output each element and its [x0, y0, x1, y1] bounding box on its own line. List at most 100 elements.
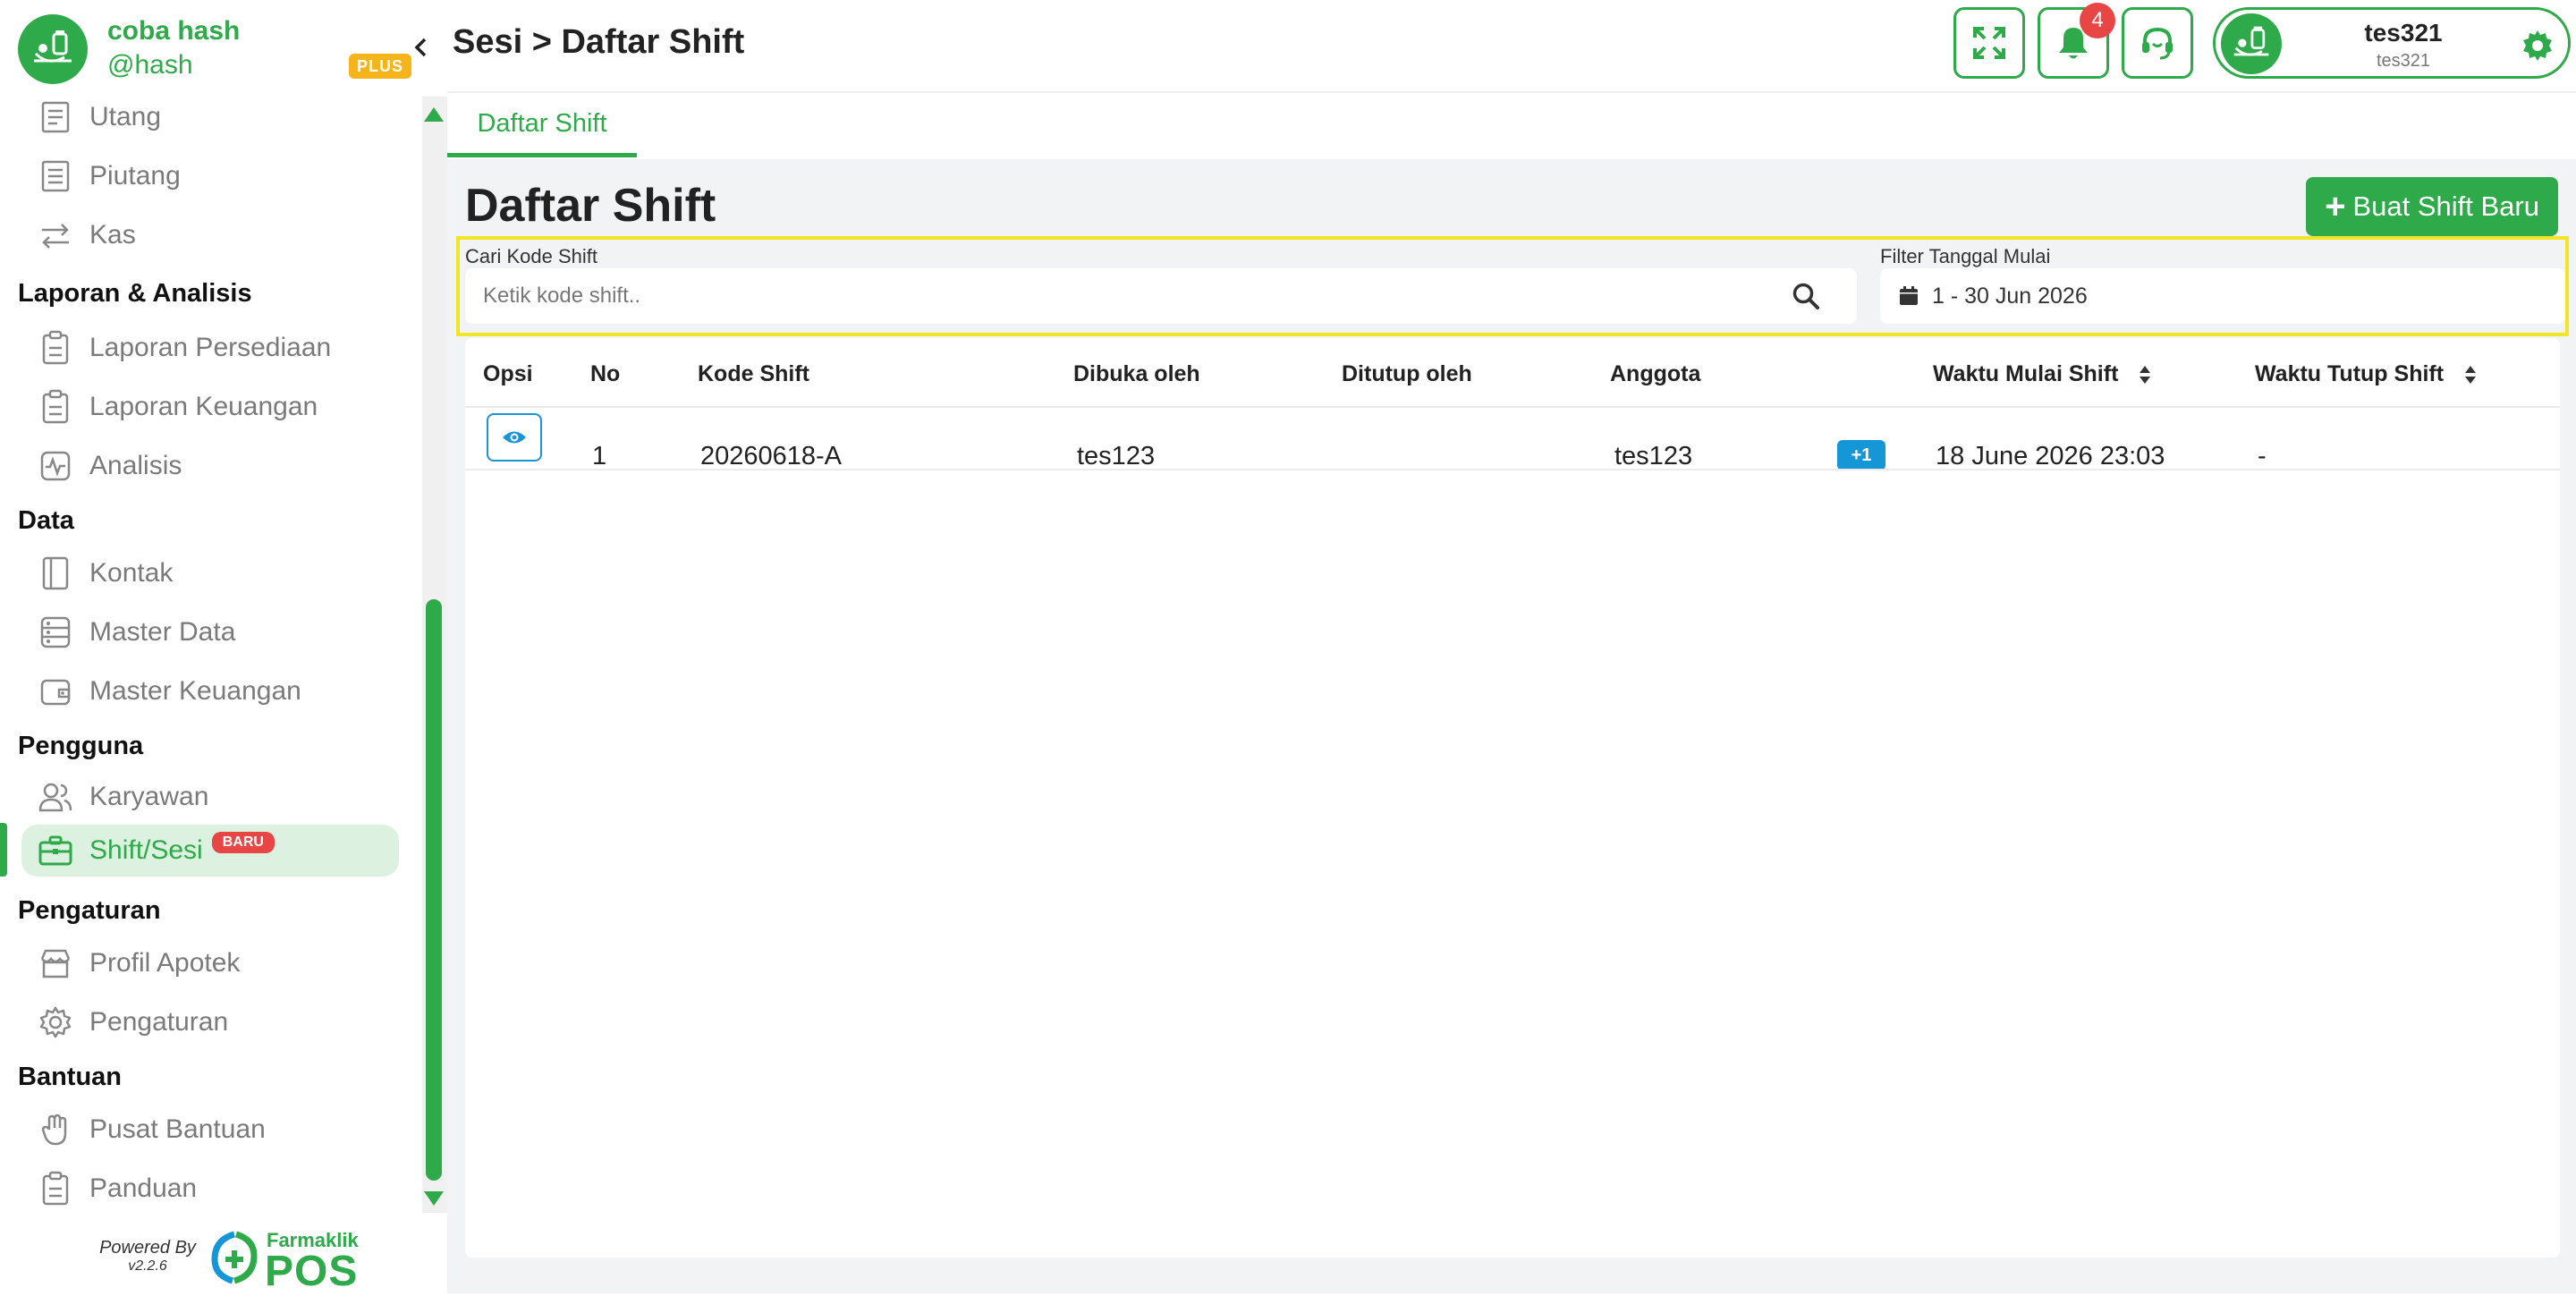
- sidebar-item-analisis[interactable]: Analisis: [21, 440, 399, 492]
- sort-icon: [2465, 366, 2477, 385]
- transfer-arrows-icon: [36, 216, 75, 255]
- sidebar-item-kas[interactable]: Kas: [21, 209, 399, 261]
- tab-bar: Daftar Shift: [447, 95, 2576, 159]
- fullscreen-button[interactable]: [1953, 7, 2025, 79]
- user-menu[interactable]: tes321 tes321: [2213, 7, 2571, 79]
- search-icon[interactable]: [1791, 281, 1821, 311]
- user-subtitle: tes321: [2376, 51, 2431, 71]
- sidebar-item-pengaturan[interactable]: Pengaturan: [21, 996, 399, 1048]
- scroll-up-arrow-icon[interactable]: [424, 107, 444, 122]
- more-members-badge[interactable]: +1: [1837, 440, 1885, 470]
- sidebar-item-shift-sesi[interactable]: Shift/Sesi BARU: [21, 825, 399, 877]
- new-badge: BARU: [211, 832, 275, 853]
- invoice-icon: [36, 157, 75, 196]
- shift-table: Opsi No Kode Shift Dibuka oleh Ditutup o…: [465, 338, 2560, 1258]
- sidebar: coba hash @hash PLUS Utang Piutang Kas L…: [0, 0, 447, 1295]
- sidebar-item-label: Master Data: [89, 617, 236, 647]
- column-header-label: Waktu Mulai Shift: [1933, 361, 2119, 386]
- column-header-ditutup-oleh: Ditutup oleh: [1342, 361, 1472, 386]
- avatar: [2221, 13, 2282, 74]
- clipboard-icon: [36, 1169, 75, 1206]
- cell-waktu-tutup: -: [2258, 442, 2267, 470]
- section-title-laporan: Laporan & Analisis: [18, 279, 252, 308]
- sidebar-item-kontak[interactable]: Kontak: [21, 547, 399, 599]
- calendar-icon: [1900, 286, 1918, 305]
- page-title: Daftar Shift: [465, 180, 716, 232]
- sidebar-item-label: Shift/Sesi: [89, 835, 203, 865]
- view-shift-button[interactable]: [487, 413, 542, 462]
- column-header-opsi: Opsi: [483, 361, 533, 386]
- sidebar-item-profil-apotek[interactable]: Profil Apotek: [21, 937, 399, 989]
- sidebar-item-master-data[interactable]: Master Data: [21, 606, 399, 658]
- main-content: Daftar Shift + Buat Shift Baru Cari Kode…: [447, 159, 2576, 1293]
- section-title-data: Data: [18, 506, 74, 535]
- sidebar-item-label: Piutang: [89, 161, 181, 191]
- cell-no: 1: [592, 442, 607, 470]
- clipboard-icon: [36, 387, 75, 427]
- sidebar-item-laporan-keuangan[interactable]: Laporan Keuangan: [21, 381, 399, 433]
- contact-book-icon: [36, 554, 75, 593]
- column-header-waktu-mulai[interactable]: Waktu Mulai Shift: [1933, 361, 2151, 387]
- store-handle: @hash: [107, 50, 193, 80]
- sidebar-item-label: Kas: [89, 220, 136, 250]
- clipboard-icon: [36, 328, 75, 368]
- sidebar-item-label: Pengaturan: [89, 1007, 229, 1037]
- column-header-dibuka-oleh: Dibuka oleh: [1073, 361, 1200, 386]
- sidebar-item-laporan-persediaan[interactable]: Laporan Persediaan: [21, 322, 399, 374]
- brand-header: coba hash @hash PLUS: [0, 0, 447, 97]
- gear-icon: [36, 1003, 75, 1042]
- column-header-waktu-tutup[interactable]: Waktu Tutup Shift: [2255, 361, 2477, 387]
- powered-by: Powered By v2.2.6: [89, 1238, 206, 1275]
- sort-icon: [2140, 366, 2151, 385]
- hand-icon: [36, 1110, 75, 1149]
- search-input[interactable]: [483, 268, 1735, 324]
- wallet-icon: [36, 672, 75, 711]
- sidebar-item-label: Kontak: [89, 558, 174, 588]
- sidebar-item-label: Karyawan: [89, 782, 209, 811]
- pulse-icon: [36, 446, 75, 486]
- farmaklik-logo-icon: [211, 1231, 258, 1284]
- gear-icon[interactable]: [2520, 28, 2555, 64]
- sidebar-item-label: Master Keuangan: [89, 676, 301, 706]
- notification-button[interactable]: 4: [2038, 3, 2115, 79]
- create-shift-button[interactable]: + Buat Shift Baru: [2306, 177, 2558, 236]
- collapse-sidebar-button[interactable]: [410, 32, 433, 63]
- sidebar-item-label: Utang: [89, 102, 162, 131]
- plan-badge: PLUS: [349, 54, 411, 79]
- scroll-down-arrow-icon[interactable]: [424, 1191, 444, 1206]
- sidebar-item-label: Laporan Keuangan: [89, 392, 318, 421]
- date-filter-field[interactable]: 1 - 30 Jun 2026: [1880, 268, 2565, 324]
- powered-by-label: Powered By: [99, 1238, 196, 1258]
- section-title-pengguna: Pengguna: [18, 732, 144, 760]
- sidebar-item-label: Laporan Persediaan: [89, 333, 332, 362]
- create-shift-label: Buat Shift Baru: [2352, 191, 2539, 222]
- sidebar-item-piutang[interactable]: Piutang: [21, 150, 399, 202]
- sidebar-item-master-keuangan[interactable]: Master Keuangan: [21, 665, 399, 717]
- sidebar-item-label: Profil Apotek: [89, 948, 241, 978]
- database-icon: [36, 613, 75, 652]
- briefcase-icon: [36, 831, 75, 870]
- search-field[interactable]: [465, 268, 1857, 324]
- column-header-kode-shift: Kode Shift: [698, 361, 809, 386]
- sidebar-item-pusat-bantuan[interactable]: Pusat Bantuan: [21, 1104, 399, 1156]
- cell-anggota: tes123: [1614, 442, 1693, 470]
- sidebar-item-utang[interactable]: Utang: [21, 97, 399, 143]
- support-button[interactable]: [2122, 7, 2193, 79]
- top-header: Sesi > Daftar Shift 4 tes321 tes321: [447, 0, 2576, 93]
- users-icon: [36, 777, 75, 817]
- sidebar-item-panduan[interactable]: Panduan: [21, 1163, 399, 1206]
- section-title-pengaturan: Pengaturan: [18, 896, 161, 925]
- date-filter-value: 1 - 30 Jun 2026: [1932, 284, 2088, 309]
- breadcrumb: Sesi > Daftar Shift: [453, 23, 745, 61]
- row-divider: [465, 469, 2560, 470]
- notification-count-badge: 4: [2080, 3, 2115, 38]
- headset-icon: [2142, 27, 2173, 60]
- logo-pos: POS: [265, 1248, 359, 1295]
- sidebar-scroll-thumb[interactable]: [426, 599, 442, 1181]
- column-header-anggota: Anggota: [1610, 361, 1701, 386]
- app-version: v2.2.6: [128, 1258, 167, 1274]
- tab-daftar-shift[interactable]: Daftar Shift: [447, 95, 637, 157]
- section-title-bantuan: Bantuan: [18, 1063, 122, 1091]
- sidebar-item-karyawan[interactable]: Karyawan: [21, 771, 399, 823]
- store-name: coba hash: [107, 16, 241, 46]
